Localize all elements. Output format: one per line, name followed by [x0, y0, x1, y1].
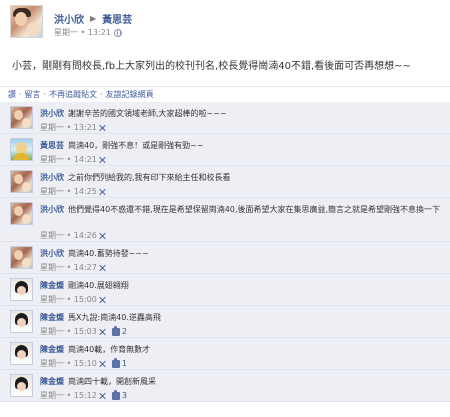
comment-item: 陳金燦 崗湳四十載，開創新風采 星期一 • 15:12 3	[0, 370, 450, 402]
comment-body: 黃思芸 崗湳40，剛強不息！或是剛強有勁~~	[40, 140, 445, 152]
comment-body: 洪小欣 謝謝辛苦的國文領域老師,大家超棒的啦~~~	[40, 108, 445, 120]
remove-icon[interactable]	[99, 124, 107, 132]
author-avatar[interactable]	[10, 5, 43, 38]
comment-body: 洪小欣 之前你們列給我的,我有印下來給主任和校長看	[40, 172, 445, 184]
comment-item: 洪小欣 謝謝辛苦的國文領域老師,大家超棒的啦~~~ 星期一 • 13:21	[0, 102, 450, 134]
comment-text: 崗湳40載，作育無數才	[68, 345, 151, 354]
like-count[interactable]: 1	[122, 359, 127, 368]
remove-icon[interactable]	[99, 156, 107, 164]
comment-text: 他們覺得40不惑還不錯,現在是希望保留崗湳40,後面希望大家在集思廣益,簡言之就…	[68, 205, 440, 214]
commenter-avatar[interactable]	[10, 246, 33, 269]
post-time-text[interactable]: 星期一 • 13:21	[54, 27, 111, 38]
comment-time[interactable]: 星期一 • 14:26	[40, 230, 97, 241]
commenter-avatar[interactable]	[10, 106, 33, 129]
comment-text: 謝謝辛苦的國文領域老師,大家超棒的啦~~~	[68, 109, 227, 118]
commenter-name[interactable]: 洪小欣	[40, 205, 64, 214]
comment-body: 陳金燦 崗湳四十載，開創新風采	[40, 376, 445, 388]
post-timestamp: 星期一 • 13:21	[54, 27, 122, 38]
comment-time[interactable]: 星期一 • 15:00	[40, 294, 97, 305]
post-text: 小芸，剛剛有問校長,fb上大家列出的校刊刊名,校長覺得崗湳40不錯,看後面可否再…	[12, 61, 411, 72]
remove-icon[interactable]	[99, 328, 107, 336]
commenter-avatar[interactable]	[10, 310, 33, 333]
comment-text: 崗湳四十載，開創新風采	[68, 377, 156, 386]
comment-text: 之前你們列給我的,我有印下來給主任和校長看	[68, 173, 231, 182]
comment-body: 洪小欣 他們覺得40不惑還不錯,現在是希望保留崗湳40,後面希望大家在集思廣益,簡…	[40, 204, 445, 216]
post-recipient-link[interactable]: 黃思芸	[102, 11, 132, 26]
remove-icon[interactable]	[99, 264, 107, 272]
commenter-avatar[interactable]	[10, 202, 33, 225]
comment-time[interactable]: 星期一 • 13:21	[40, 122, 97, 133]
comment-item: 洪小欣 崗湳40.蓄勢待發~~~ 星期一 • 14:27	[0, 242, 450, 274]
comment-meta: 星期一 • 13:21	[40, 122, 109, 133]
comment-time[interactable]: 星期一 • 14:25	[40, 186, 97, 197]
comment-meta: 星期一 • 14:21	[40, 154, 109, 165]
like-count[interactable]: 3	[122, 391, 127, 400]
comment-meta: 星期一 • 15:00	[40, 294, 109, 305]
comment-time[interactable]: 星期一 • 15:10	[40, 358, 97, 369]
unfollow-link[interactable]: 不再追蹤貼文	[49, 89, 97, 100]
comment-time[interactable]: 星期一 • 14:21	[40, 154, 97, 165]
commenter-avatar[interactable]	[10, 138, 33, 161]
comment-body: 陳金燦 剛湳40.展翅翱翔	[40, 280, 445, 292]
post-author-link[interactable]: 洪小欣	[54, 11, 84, 26]
arrow-right-icon: ▶	[90, 13, 97, 23]
like-count[interactable]: 2	[122, 327, 127, 336]
like-link[interactable]: 讚	[8, 89, 16, 100]
commenter-name[interactable]: 黃思芸	[40, 141, 64, 150]
comment-time[interactable]: 星期一 • 14:27	[40, 262, 97, 273]
commenter-avatar[interactable]	[10, 278, 33, 301]
thumbs-up-icon[interactable]	[111, 325, 120, 336]
remove-icon[interactable]	[99, 296, 107, 304]
globe-icon[interactable]	[113, 28, 122, 37]
comment-item: 陳金燦 剛湳40.展翅翱翔 星期一 • 15:00	[0, 274, 450, 306]
post-names: 洪小欣 ▶ 黃思芸	[54, 11, 132, 26]
comment-item: 陳金燦 崗湳40載，作育無數才 星期一 • 15:10 1	[0, 338, 450, 370]
comment-body: 陳金燦 馬X九說:崗湳40.逆轟高飛	[40, 312, 445, 324]
commenter-name[interactable]: 陳金燦	[40, 313, 64, 322]
comment-time[interactable]: 星期一 • 15:03	[40, 326, 97, 337]
commenter-name[interactable]: 陳金燦	[40, 281, 64, 290]
friendship-page-link[interactable]: 友誼記錄網頁	[106, 89, 154, 100]
comment-meta: 星期一 • 14:26	[40, 230, 109, 241]
comment-item: 洪小欣 他們覺得40不惑還不錯,現在是希望保留崗湳40,後面希望大家在集思廣益,簡…	[0, 198, 450, 242]
remove-icon[interactable]	[99, 360, 107, 368]
comment-body: 陳金燦 崗湳40載，作育無數才	[40, 344, 445, 356]
comment-text: 崗湳40，剛強不息！或是剛強有勁~~	[68, 141, 204, 150]
thumbs-up-icon[interactable]	[111, 357, 120, 368]
comment-text: 剛湳40.展翅翱翔	[68, 281, 129, 290]
comment-meta: 星期一 • 15:03 2	[40, 325, 127, 337]
comment-text: 馬X九說:崗湳40.逆轟高飛	[68, 313, 161, 322]
comment-meta: 星期一 • 14:27	[40, 262, 109, 273]
commenter-avatar[interactable]	[10, 374, 33, 397]
comment-list: 洪小欣 謝謝辛苦的國文領域老師,大家超棒的啦~~~ 星期一 • 13:21 黃思芸…	[0, 102, 450, 402]
commenter-avatar[interactable]	[10, 342, 33, 365]
commenter-name[interactable]: 洪小欣	[40, 109, 64, 118]
comment-time[interactable]: 星期一 • 15:12	[40, 390, 97, 401]
comment-meta: 星期一 • 15:10 1	[40, 357, 127, 369]
commenter-avatar[interactable]	[10, 170, 33, 193]
comment-body: 洪小欣 崗湳40.蓄勢待發~~~	[40, 248, 445, 260]
commenter-name[interactable]: 陳金燦	[40, 377, 64, 386]
post-header: 洪小欣 ▶ 黃思芸 星期一 • 13:21	[10, 5, 440, 39]
remove-icon[interactable]	[99, 232, 107, 240]
commenter-name[interactable]: 陳金燦	[40, 345, 64, 354]
comment-item: 黃思芸 崗湳40，剛強不息！或是剛強有勁~~ 星期一 • 14:21	[0, 134, 450, 166]
thumbs-up-icon[interactable]	[111, 389, 120, 400]
comment-item: 陳金燦 馬X九說:崗湳40.逆轟高飛 星期一 • 15:03 2	[0, 306, 450, 338]
commenter-name[interactable]: 洪小欣	[40, 173, 64, 182]
comment-meta: 星期一 • 15:12 3	[40, 389, 127, 401]
comment-meta: 星期一 • 14:25	[40, 186, 109, 197]
post-actions-bar: 讚 · 留言 · 不再追蹤貼文 · 友誼記錄網頁	[0, 86, 450, 101]
separator: ·	[100, 89, 103, 99]
commenter-name[interactable]: 洪小欣	[40, 249, 64, 258]
remove-icon[interactable]	[99, 392, 107, 400]
remove-icon[interactable]	[99, 188, 107, 196]
comment-item: 洪小欣 之前你們列給我的,我有印下來給主任和校長看 星期一 • 14:25	[0, 166, 450, 198]
separator: ·	[43, 89, 47, 99]
comment-text: 崗湳40.蓄勢待發~~~	[68, 249, 149, 258]
comment-link[interactable]: 留言	[25, 89, 41, 100]
separator: ·	[19, 89, 22, 99]
